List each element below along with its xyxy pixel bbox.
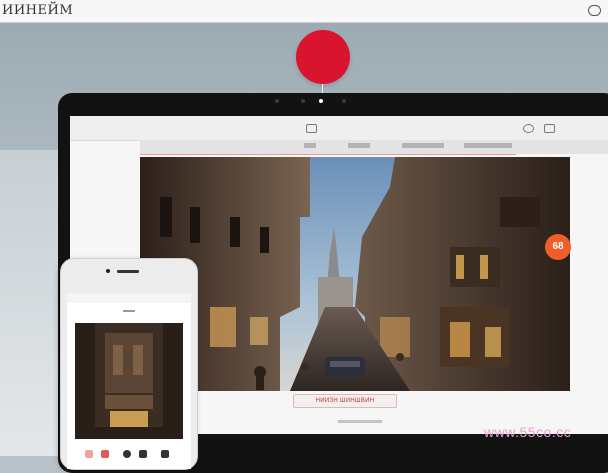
smartphone <box>60 258 198 470</box>
phone-status-bar <box>67 293 191 303</box>
street-photo <box>140 157 570 391</box>
menu-item[interactable] <box>348 143 370 148</box>
phone-speaker <box>117 270 139 273</box>
webcam-dot <box>342 99 346 103</box>
app-toolbar <box>70 116 608 141</box>
main-photo <box>140 157 570 391</box>
watermark: www.55co.cc <box>484 424 572 440</box>
phone-header <box>67 303 191 321</box>
record-button[interactable] <box>296 30 350 84</box>
cathedral-photo <box>75 323 183 439</box>
edit-icon[interactable] <box>139 450 147 458</box>
phone-screen <box>67 293 191 469</box>
menu-item[interactable] <box>304 143 316 148</box>
info-icon[interactable] <box>544 124 555 133</box>
caption-line <box>338 420 382 423</box>
caption-badge: НИИЗН ШИНШВИН <box>293 394 397 408</box>
menu-item[interactable] <box>464 143 512 148</box>
brand-logo[interactable]: ИИНЕЙМ <box>2 3 73 18</box>
background-panel <box>0 150 60 456</box>
settings-icon[interactable] <box>523 124 534 133</box>
share-icon[interactable] <box>85 450 93 458</box>
phone-title <box>123 310 135 312</box>
webcam-dot <box>301 99 305 103</box>
menu-icon[interactable] <box>161 450 169 458</box>
menu-item[interactable] <box>402 143 444 148</box>
webcam-dot <box>275 99 279 103</box>
search-icon[interactable] <box>588 5 601 16</box>
notification-badge[interactable]: 68 <box>545 234 571 260</box>
top-bar: ИИНЕЙМ <box>0 0 608 23</box>
phone-toolbar <box>75 449 183 461</box>
heart-icon[interactable] <box>101 450 109 458</box>
camera-icon[interactable] <box>306 124 317 133</box>
phone-photo <box>75 323 183 439</box>
phone-camera <box>106 269 110 273</box>
webcam-lens <box>319 99 323 103</box>
camera-icon[interactable] <box>123 450 131 458</box>
menu-strip <box>140 140 608 154</box>
menu-underline <box>140 154 516 155</box>
